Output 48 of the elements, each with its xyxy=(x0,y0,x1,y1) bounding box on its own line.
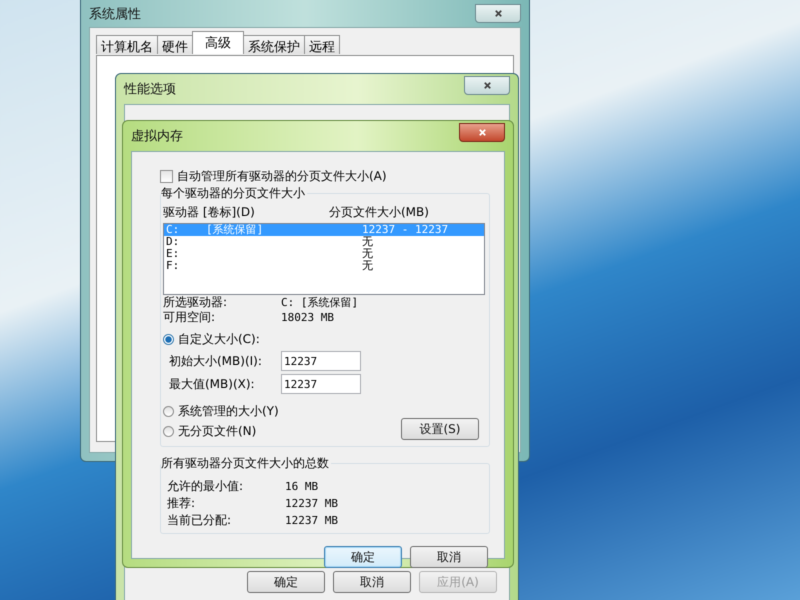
close-icon xyxy=(492,9,504,18)
checkbox-label: 自动管理所有驱动器的分页文件大小(A) xyxy=(177,168,387,185)
total-label: 当前已分配: xyxy=(167,512,232,529)
input-field[interactable]: 12237 xyxy=(281,374,361,394)
radio-label: 系统管理的大小(Y) xyxy=(178,403,279,420)
dialog-button[interactable]: 确定 xyxy=(247,571,325,593)
info-value: C: [系统保留] xyxy=(281,295,358,310)
tab[interactable]: 远程 xyxy=(304,35,340,54)
close-button[interactable] xyxy=(459,122,505,142)
field-label: 初始大小(MB)(I): xyxy=(169,352,263,370)
total-value: 12237 MB xyxy=(285,513,338,529)
window-title: 虚拟内存 xyxy=(131,128,183,145)
dialog-button[interactable]: 取消 xyxy=(333,571,411,593)
set-button[interactable]: 设置(S) xyxy=(401,418,479,440)
close-icon xyxy=(482,80,492,90)
tab[interactable]: 计算机名 xyxy=(96,35,158,54)
close-icon xyxy=(476,128,488,136)
total-label: 允许的最小值: xyxy=(167,478,244,495)
group-title: 所有驱动器分页文件大小的总数 xyxy=(161,455,331,472)
radio-button[interactable] xyxy=(163,426,174,437)
group-title: 每个驱动器的分页文件大小 xyxy=(161,185,307,202)
drive-row[interactable]: E: 无 xyxy=(164,248,484,260)
field-label: 最大值(MB)(X): xyxy=(169,376,256,392)
close-button[interactable] xyxy=(475,4,521,23)
close-button[interactable] xyxy=(464,76,510,94)
dialog-button[interactable]: 取消 xyxy=(410,546,488,568)
drive-row[interactable]: F: 无 xyxy=(164,260,484,272)
column-header: 驱动器 [卷标](D) xyxy=(163,204,256,221)
tab[interactable]: 高级 xyxy=(192,31,244,54)
window-title: 性能选项 xyxy=(124,81,176,98)
total-value: 12237 MB xyxy=(285,496,338,512)
info-label: 可用空间: xyxy=(163,310,216,325)
tab[interactable]: 硬件 xyxy=(157,35,193,54)
info-value: 18023 MB xyxy=(281,310,334,325)
radio-button[interactable] xyxy=(163,406,174,417)
total-label: 推荐: xyxy=(167,495,196,512)
radio-label: 自定义大小(C): xyxy=(178,331,260,348)
checkbox[interactable] xyxy=(160,170,173,183)
column-header: 分页文件大小(MB) xyxy=(329,204,429,221)
radio-button[interactable] xyxy=(163,334,174,345)
drive-row[interactable]: D: 无 xyxy=(164,236,484,248)
input-field[interactable]: 12237 xyxy=(281,351,361,371)
dialog-button[interactable]: 确定 xyxy=(324,546,402,568)
tab[interactable]: 系统保护 xyxy=(243,35,305,54)
radio-label: 无分页文件(N) xyxy=(178,423,256,440)
window-title: 系统属性 xyxy=(89,6,141,23)
total-value: 16 MB xyxy=(285,479,318,495)
info-label: 所选驱动器: xyxy=(163,295,228,310)
